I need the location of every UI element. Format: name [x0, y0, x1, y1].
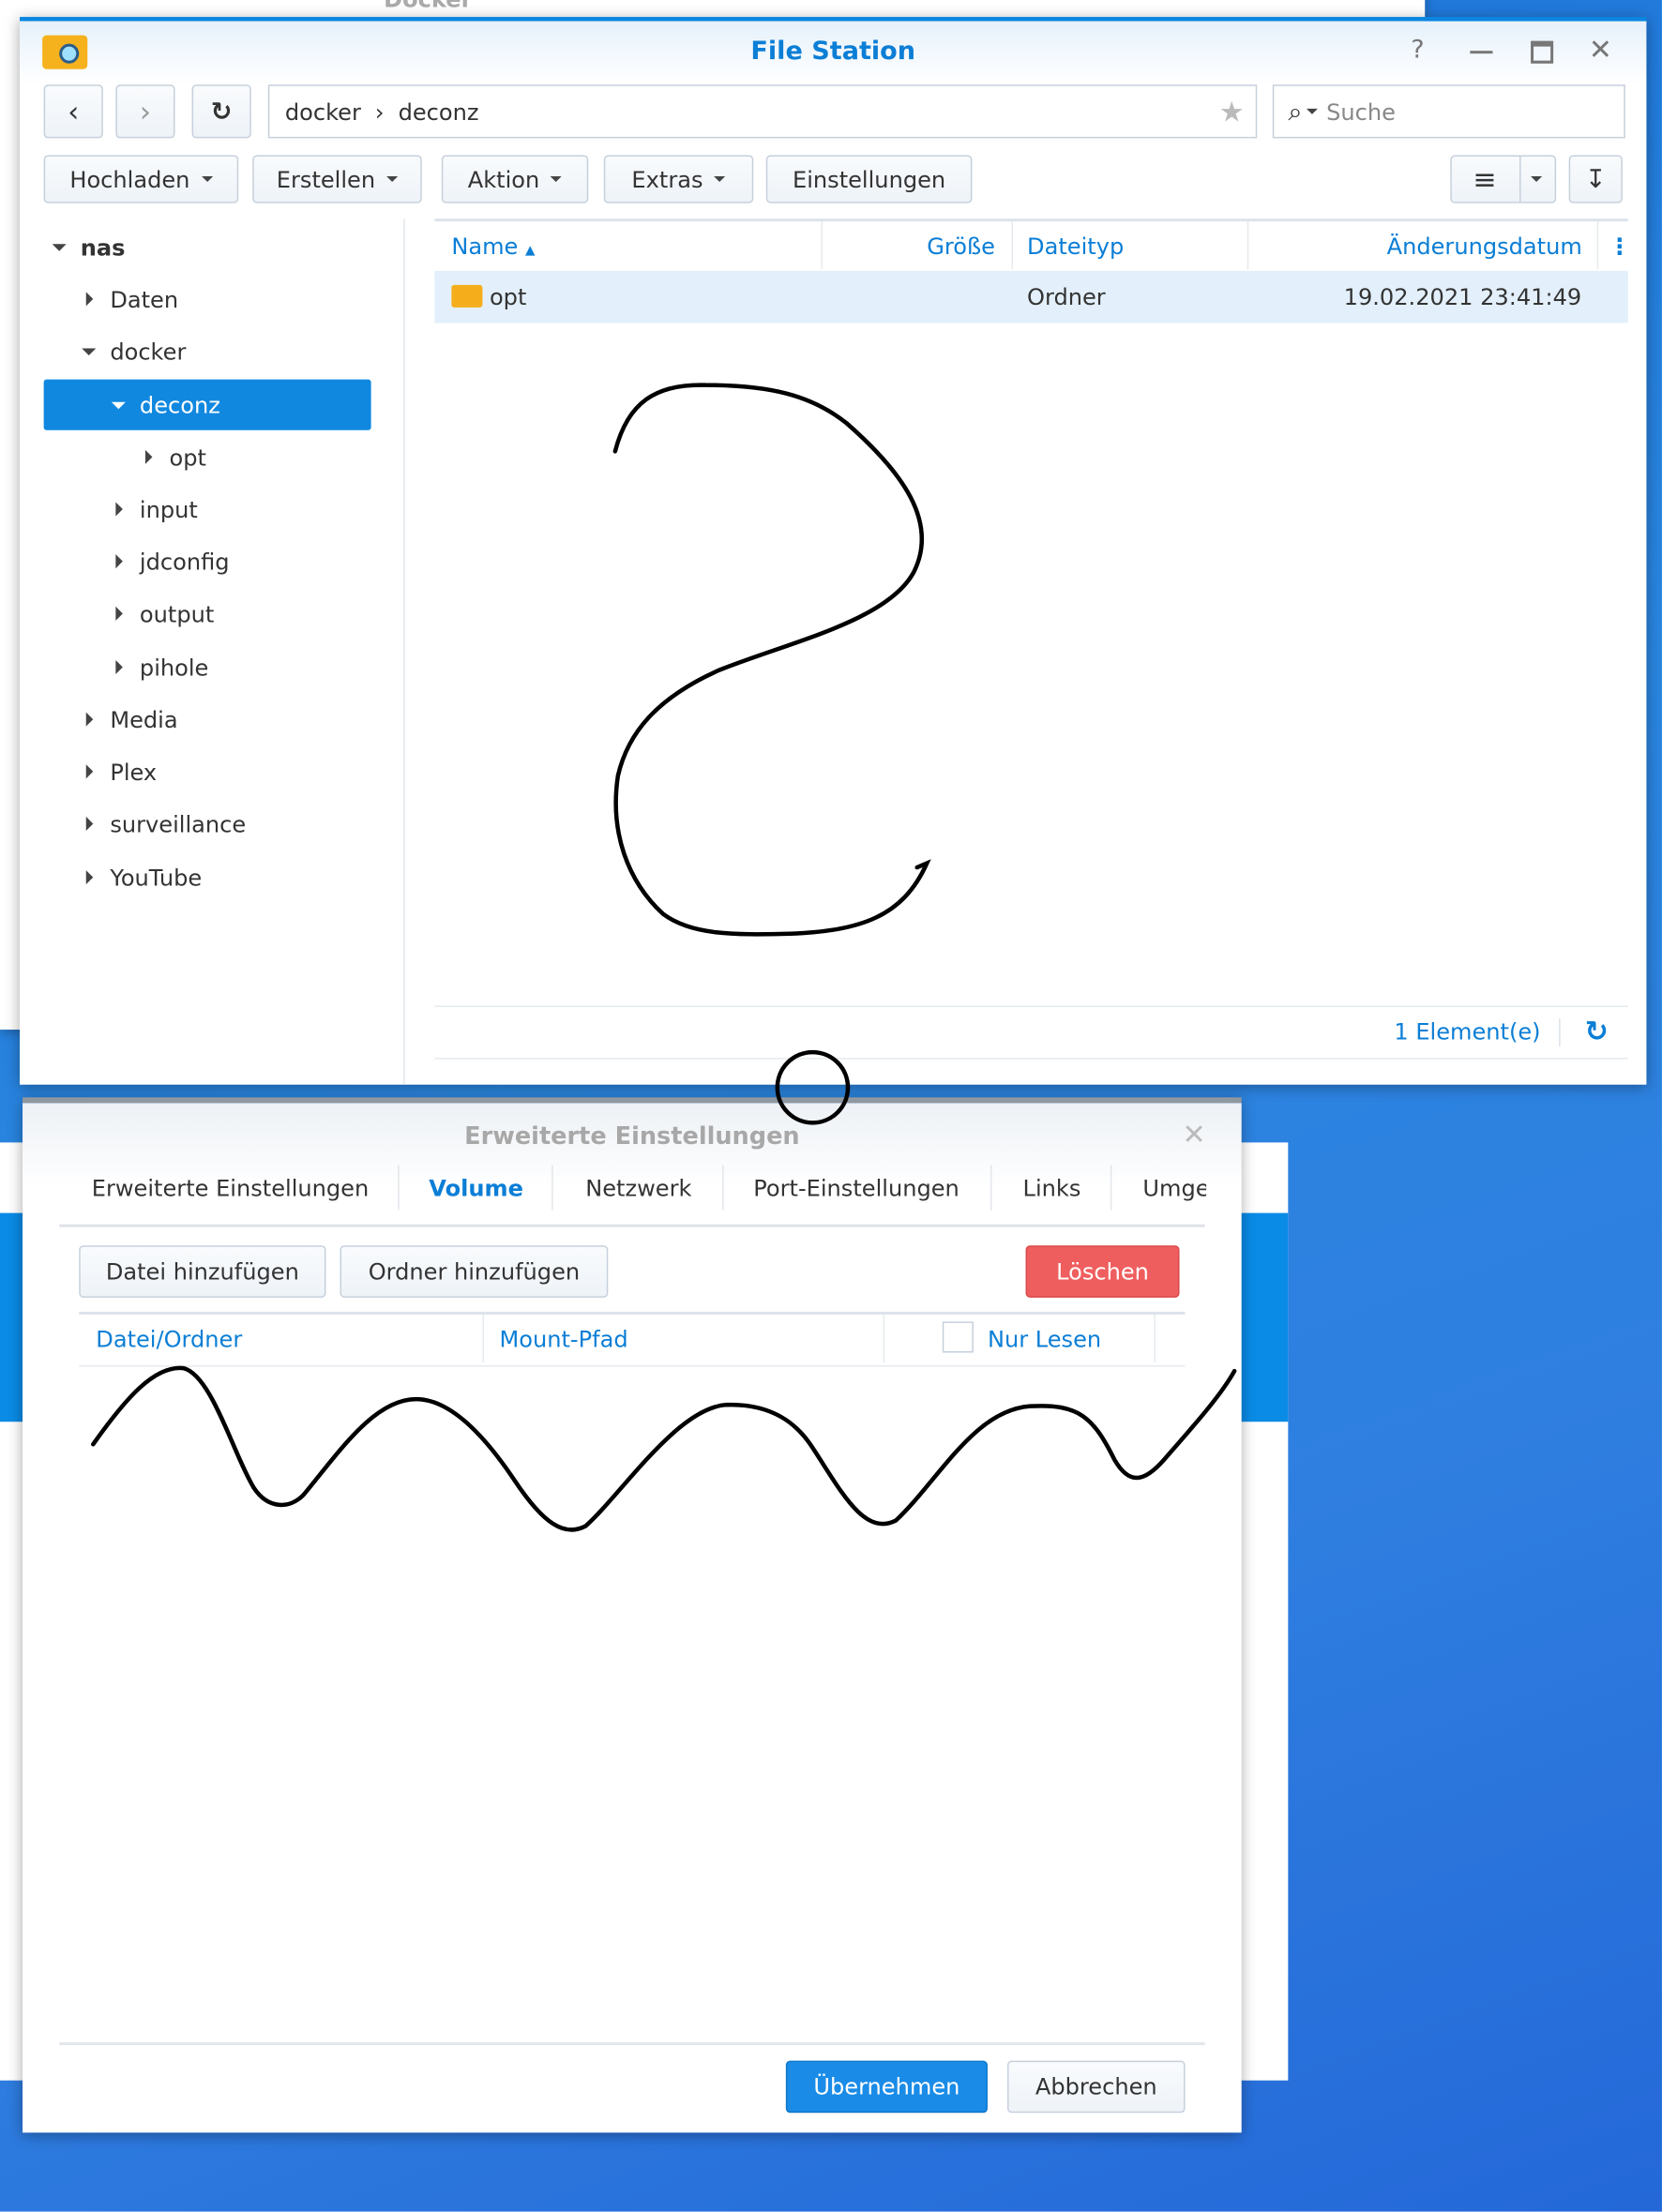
cursor-circle — [775, 1049, 851, 1125]
hand-drawn-curve-upper — [612, 383, 931, 937]
hand-drawn-wave — [91, 1365, 1237, 1532]
drawing-overlay — [91, 383, 1237, 1532]
desktop: Docker File Station ? ✕ ‹ › ↻ docker › d… — [0, 0, 1662, 2212]
